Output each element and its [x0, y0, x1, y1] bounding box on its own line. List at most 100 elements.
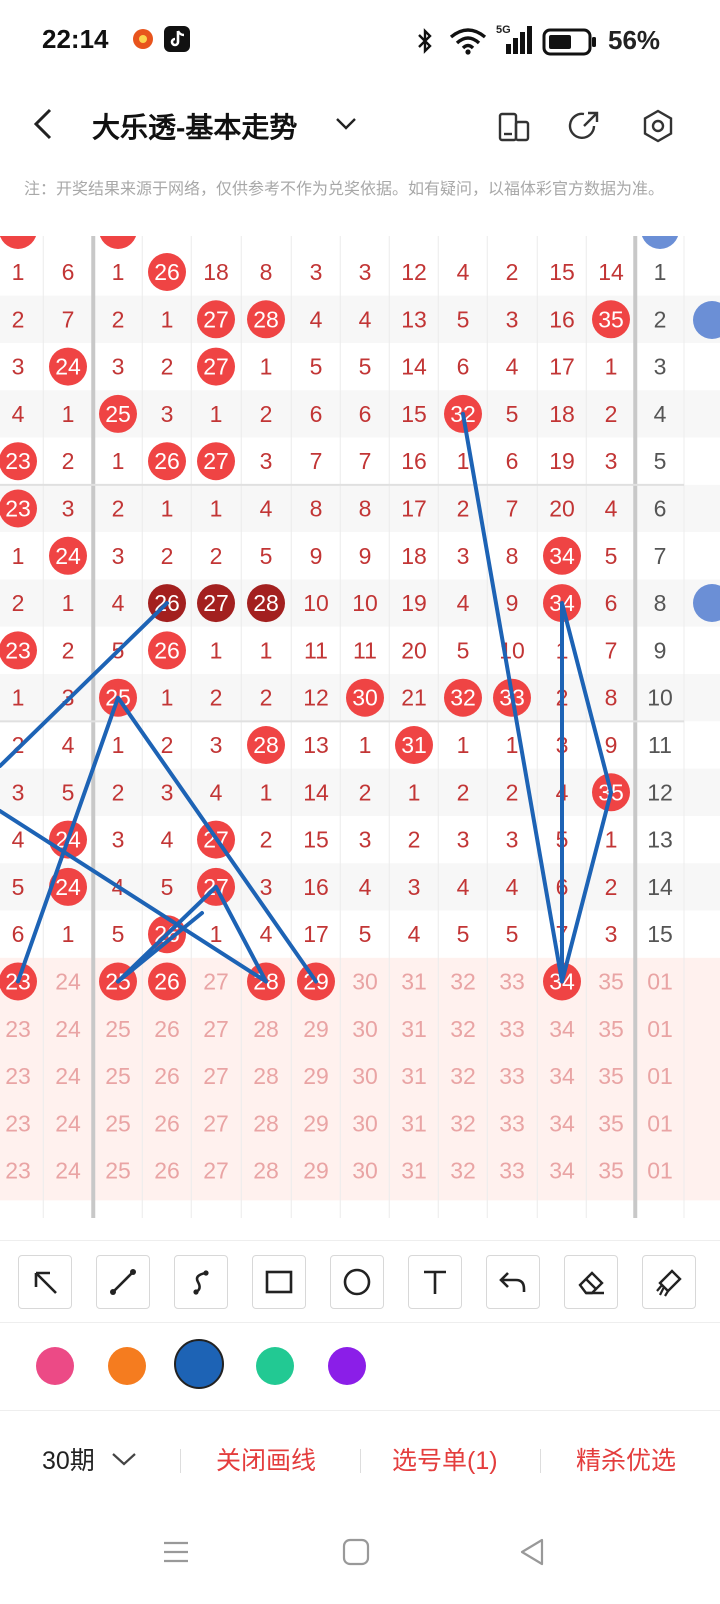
- network-type: 5G: [496, 24, 511, 36]
- miss-count: 2: [161, 354, 174, 380]
- selectable-number: 35: [598, 1016, 624, 1042]
- selectable-number: 33: [499, 969, 525, 995]
- arrow-tool[interactable]: [18, 1255, 72, 1309]
- color-swatch-blue-selected[interactable]: [174, 1339, 224, 1389]
- hit-ball-number: 23: [5, 448, 31, 474]
- signal-icon: 5G: [496, 24, 536, 61]
- back-button[interactable]: [30, 104, 58, 154]
- selectable-number: 25: [105, 1110, 131, 1136]
- miss-count: 10: [352, 590, 378, 616]
- miss-count: 1: [12, 259, 25, 285]
- text-tool[interactable]: [408, 1255, 462, 1309]
- hit-ball-number: 27: [203, 590, 229, 616]
- miss-count: 1: [408, 779, 421, 805]
- selectable-number: 33: [499, 1063, 525, 1089]
- miss-count: 9: [506, 590, 519, 616]
- eraser-tool[interactable]: [564, 1255, 618, 1309]
- color-swatch-green[interactable]: [256, 1347, 294, 1385]
- selectable-number: 01: [647, 1158, 673, 1184]
- hit-ball-number: 27: [203, 354, 229, 380]
- circle-tool[interactable]: [330, 1255, 384, 1309]
- back-nav-button[interactable]: [516, 1536, 548, 1573]
- miss-count: 11: [304, 637, 328, 663]
- miss-count: 3: [12, 779, 25, 805]
- miss-count: 14: [401, 354, 427, 380]
- hit-ball-number: 28: [253, 306, 279, 332]
- miss-count: 4: [359, 306, 372, 332]
- eraser-icon: [578, 1271, 604, 1295]
- miss-count: 2: [210, 543, 223, 569]
- selectable-number: 27: [203, 1110, 229, 1136]
- miss-count: 2: [161, 732, 174, 758]
- selectable-number: 31: [401, 1110, 427, 1136]
- miss-count: 6: [605, 590, 618, 616]
- hit-ball-number: 35: [598, 306, 624, 332]
- miss-count: 9: [310, 543, 323, 569]
- miss-count: 3: [605, 448, 618, 474]
- miss-count: 1: [161, 496, 174, 522]
- title-dropdown-button[interactable]: [334, 114, 358, 139]
- close-lines-button[interactable]: 关闭画线: [216, 1441, 316, 1477]
- divider: [180, 1449, 181, 1473]
- period-selector[interactable]: 30期: [42, 1441, 138, 1477]
- clear-tool[interactable]: [642, 1255, 696, 1309]
- miss-count: 5: [506, 401, 519, 427]
- miss-count: 4: [62, 732, 75, 758]
- selectable-number: 32: [450, 1110, 476, 1136]
- miss-count: 4: [12, 401, 25, 427]
- miss-count: 2: [12, 590, 25, 616]
- miss-count: 17: [401, 496, 427, 522]
- miss-count: 5: [12, 874, 25, 900]
- miss-count: 12: [647, 779, 673, 805]
- menu-nav-button[interactable]: [160, 1536, 192, 1573]
- color-palette: [0, 1322, 720, 1409]
- miss-count: 14: [647, 874, 673, 900]
- premium-picks-button[interactable]: 精杀优选: [576, 1441, 676, 1477]
- period-label: 30期: [42, 1447, 95, 1475]
- selectable-number: 27: [203, 1063, 229, 1089]
- page-title: 大乐透-基本走势: [92, 112, 298, 143]
- miss-count: 1: [161, 685, 174, 711]
- hit-ball-number: 32: [450, 685, 476, 711]
- settings-button[interactable]: [638, 106, 678, 146]
- trend-chart[interactable]: 1 6 1 26 18 8 3 3 12 4 2 15 14 1 2 7 2 1 27 28 4 4 13 5 3 16 35 2 3 2…: [0, 236, 720, 1218]
- miss-count: 7: [506, 496, 519, 522]
- title-bar: 大乐透-基本走势: [0, 84, 720, 168]
- circle-icon: [343, 1268, 371, 1296]
- selectable-number: 33: [499, 1158, 525, 1184]
- home-nav-button[interactable]: [340, 1536, 372, 1573]
- miss-count: 5: [457, 306, 470, 332]
- undo-tool[interactable]: [486, 1255, 540, 1309]
- miss-count: 3: [359, 259, 372, 285]
- selectable-number: 34: [549, 1158, 575, 1184]
- color-swatch-purple[interactable]: [328, 1347, 366, 1385]
- hit-ball-number: 31: [401, 732, 427, 758]
- miss-count: 16: [549, 306, 575, 332]
- color-swatch-orange[interactable]: [108, 1347, 146, 1385]
- trend-grid[interactable]: 1 6 1 26 18 8 3 3 12 4 2 15 14 12 7 2 1 27 28 4 4 13 5 3 16 35 23 2…: [0, 236, 720, 1218]
- miss-count: 18: [549, 401, 575, 427]
- miss-count: 8: [359, 496, 372, 522]
- color-swatch-pink[interactable]: [36, 1347, 74, 1385]
- gear-icon: [643, 109, 673, 143]
- chevron-down-icon: [336, 118, 356, 130]
- miss-count: 3: [161, 779, 174, 805]
- miss-count: 4: [161, 827, 174, 853]
- miss-count: 4: [260, 921, 273, 947]
- miss-count: 2: [605, 401, 618, 427]
- selectable-number: 25: [105, 1016, 131, 1042]
- pick-list-button[interactable]: 选号单(1): [392, 1441, 498, 1477]
- selectable-number: 24: [55, 969, 81, 995]
- curve-tool[interactable]: [174, 1255, 228, 1309]
- rect-tool[interactable]: [252, 1255, 306, 1309]
- layout-switch-button[interactable]: [494, 106, 534, 146]
- selectable-number: 31: [401, 1158, 427, 1184]
- wifi-icon: [448, 26, 488, 61]
- miss-count: 17: [303, 921, 329, 947]
- selectable-number: 29: [303, 1063, 329, 1089]
- line-tool[interactable]: [96, 1255, 150, 1309]
- share-button[interactable]: [564, 106, 604, 146]
- miss-count: 2: [506, 259, 519, 285]
- miss-count: 6: [359, 401, 372, 427]
- miss-count: 5: [112, 921, 125, 947]
